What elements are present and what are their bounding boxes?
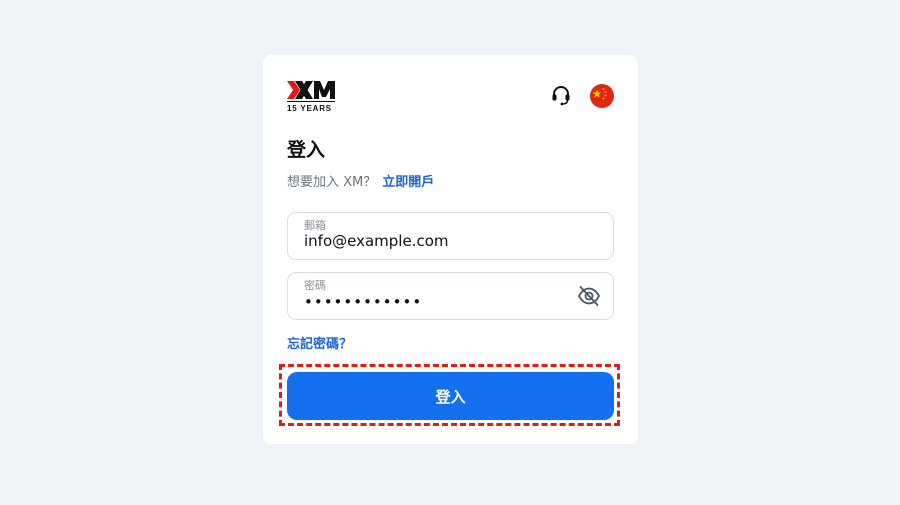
email-label: 郵箱 (304, 219, 326, 232)
login-button[interactable]: 登入 (287, 372, 614, 420)
eye-slash-icon[interactable] (577, 285, 601, 307)
password-label: 密碼 (304, 279, 326, 292)
signup-prompt: 想要加入 XM？ 立即開戶 (287, 171, 434, 190)
email-field[interactable]: 郵箱 (287, 212, 614, 260)
email-input[interactable] (304, 232, 574, 250)
xm-logo: 15 YEARS (287, 79, 337, 113)
page-title: 登入 (287, 139, 326, 161)
xm-logo-mark (287, 81, 335, 102)
signup-link[interactable]: 立即開戶 (382, 175, 434, 190)
forgot-password-link[interactable]: 忘記密碼？ (287, 333, 352, 352)
headset-icon[interactable] (550, 84, 572, 106)
password-field[interactable]: 密碼 •••••••••••• (287, 272, 614, 320)
password-input[interactable]: •••••••••••• (304, 293, 574, 311)
logo-tagline: 15 YEARS (287, 104, 332, 113)
login-card: 15 YEARS 登入 想要加入 XM？ 立即開戶 郵箱 密碼 •••••••••… (263, 55, 638, 444)
signup-prompt-text: 想要加入 XM？ (287, 175, 377, 190)
china-flag-icon[interactable] (590, 84, 614, 108)
